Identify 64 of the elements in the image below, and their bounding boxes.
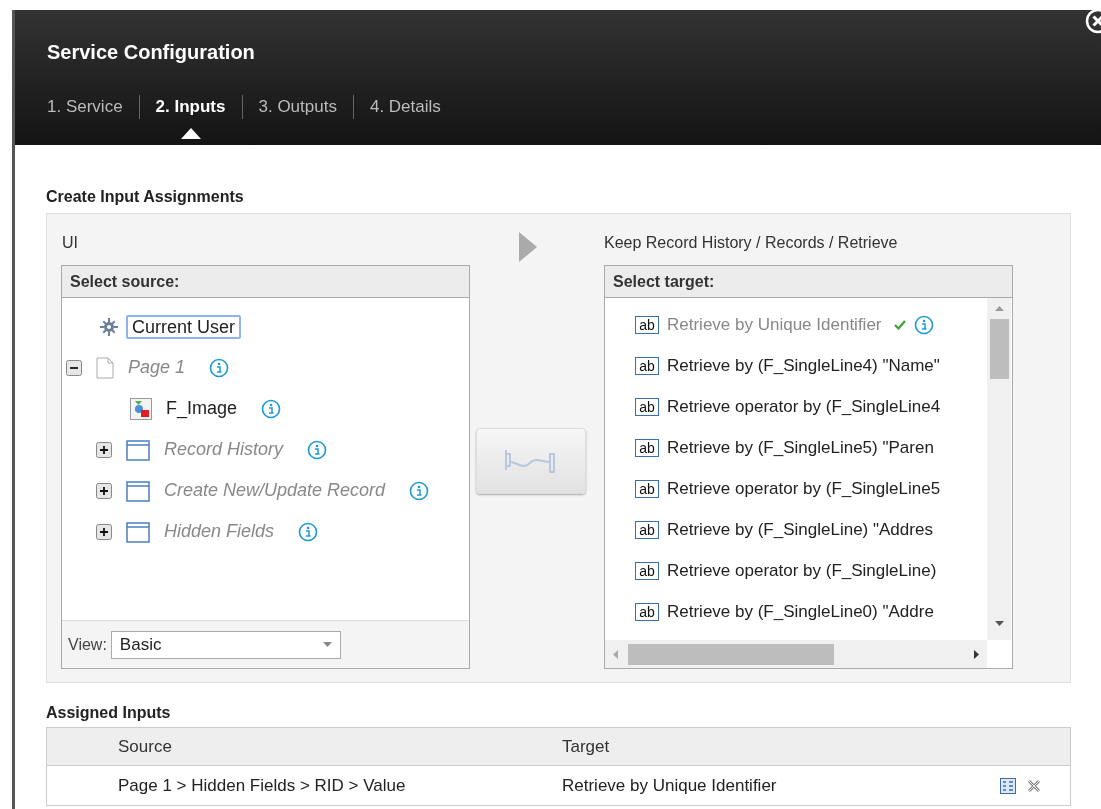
text-field-icon: ab xyxy=(635,438,659,457)
tab[interactable]: 2. Inputs xyxy=(139,94,242,120)
table-cell-text: Retrieve by Unique Identifier xyxy=(562,774,778,797)
scroll-thumb[interactable] xyxy=(989,319,1009,379)
target-context: Keep Record History / Records / Retrieve xyxy=(604,233,899,251)
column-header: Source xyxy=(117,735,173,758)
view-dropdown[interactable]: Basic xyxy=(110,630,341,659)
tree-item[interactable]: F_Image xyxy=(160,393,244,424)
panel-icon xyxy=(126,438,150,461)
target-item[interactable]: Retrieve operator by (F_SingleLine) xyxy=(667,557,937,584)
tree-item[interactable]: Create New/Update Record xyxy=(158,475,392,506)
tab-pointer xyxy=(180,128,201,139)
expand-icon[interactable] xyxy=(96,441,112,458)
dialog-title: Service Configuration xyxy=(47,40,256,64)
panel-icon xyxy=(126,479,150,502)
target-item[interactable]: Retrieve by Unique Identifier xyxy=(667,311,882,338)
tree-item[interactable]: Current User xyxy=(126,314,242,339)
box-header: Select source: xyxy=(62,266,469,298)
vertical-scrollbar[interactable] xyxy=(987,298,1011,640)
tree-item[interactable]: Hidden Fields xyxy=(158,516,281,547)
image-icon xyxy=(130,397,152,420)
source-context: UI xyxy=(62,233,79,251)
text-field-icon: ab xyxy=(635,315,659,334)
target-item[interactable]: Retrieve operator by (F_SingleLine5 xyxy=(667,475,941,502)
expand-icon[interactable] xyxy=(96,482,112,499)
gear-icon xyxy=(100,317,118,336)
text-field-icon: ab xyxy=(635,561,659,580)
target-item[interactable]: Retrieve operator by (F_SingleLine4 xyxy=(667,393,941,420)
column-header: Target xyxy=(562,735,610,758)
table-cell-text: Page 1 > Hidden Fields > RID > Value xyxy=(117,774,407,797)
expand-icon[interactable] xyxy=(96,523,112,540)
scroll-right-icon xyxy=(974,649,979,659)
delete-icon[interactable] xyxy=(1026,777,1042,794)
tab[interactable]: 4. Details xyxy=(353,94,457,120)
text-field-icon: ab xyxy=(635,479,659,498)
tree-item[interactable]: Record History xyxy=(158,434,290,465)
tab[interactable]: 1. Service xyxy=(47,94,139,120)
section-title: Create Input Assignments xyxy=(46,187,245,207)
scroll-up-icon xyxy=(994,306,1004,311)
tab[interactable]: 3. Outputs xyxy=(242,94,353,120)
text-field-icon: ab xyxy=(635,520,659,539)
target-item[interactable]: Retrieve by (F_SingleLine) "Addres xyxy=(667,516,933,543)
section-title: Assigned Inputs xyxy=(46,703,172,723)
tree-item[interactable]: Page 1 xyxy=(122,352,192,383)
check-icon xyxy=(893,319,906,330)
dropdown-arrow-icon xyxy=(322,642,332,647)
connector-icon xyxy=(504,448,558,474)
target-item[interactable]: Retrieve by (F_SingleLine4) "Name" xyxy=(667,352,940,379)
target-item[interactable]: Retrieve by (F_SingleLine5) "Paren xyxy=(667,434,934,461)
box-header: Select target: xyxy=(605,266,1012,298)
scroll-down-icon xyxy=(994,621,1004,626)
scroll-thumb[interactable] xyxy=(628,643,834,665)
edit-mapping-icon xyxy=(1000,777,1016,794)
target-item[interactable]: Retrieve by (F_SingleLine0) "Addre xyxy=(667,598,934,625)
text-field-icon: ab xyxy=(635,356,659,375)
text-field-icon: ab xyxy=(635,397,659,416)
collapse-icon[interactable] xyxy=(66,359,82,376)
scroll-left-icon xyxy=(613,649,618,659)
text-field-icon: ab xyxy=(635,602,659,621)
view-label: View: xyxy=(68,634,107,655)
arrow-right-icon xyxy=(519,232,537,262)
page-icon xyxy=(96,356,114,379)
horizontal-scrollbar[interactable] xyxy=(605,640,987,668)
panel-icon xyxy=(126,520,150,543)
